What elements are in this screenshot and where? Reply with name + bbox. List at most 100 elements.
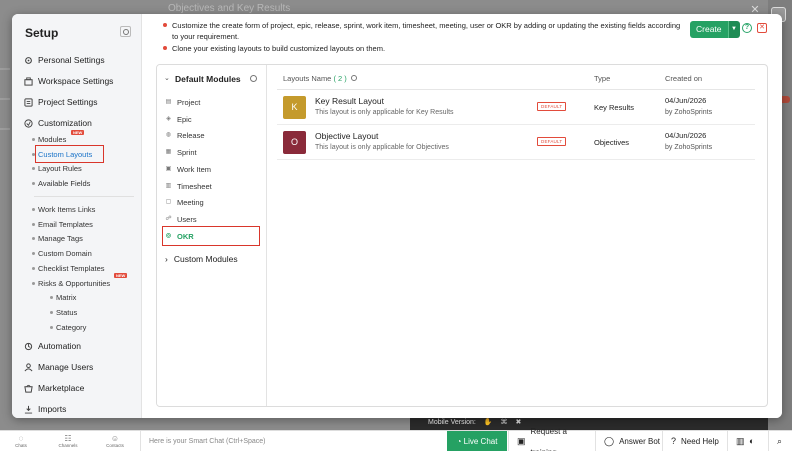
need-help-button[interactable]: ? Need Help	[662, 431, 727, 451]
custom-modules-label: Custom Modules	[173, 254, 238, 264]
column-header-created-on: Created on	[665, 74, 703, 83]
layout-title[interactable]: Key Result Layout	[315, 96, 384, 106]
workspace-icon	[24, 76, 33, 86]
sidebar-subitem-category[interactable]: Category	[49, 323, 87, 332]
search-button[interactable]: ⌕	[768, 431, 790, 451]
contacts-button[interactable]: ☺ Contacts	[98, 434, 132, 448]
layout-created-date: 04/Jun/2026	[665, 131, 707, 140]
module-item-meeting[interactable]: ▢ Meeting	[165, 198, 204, 207]
windows-icon[interactable]: ✖	[515, 416, 521, 430]
sidebar-subitem-label: Category	[56, 323, 87, 332]
sidebar-subitem-label: Available Fields	[38, 179, 91, 188]
background-divider	[0, 128, 10, 130]
column-header-name-label: Layouts Name	[283, 74, 332, 83]
layouts-table: Layouts Name ( 2 ) Type Created on K Key…	[267, 65, 767, 406]
sidebar-subitem-custom-layouts[interactable]: Custom Layouts	[31, 150, 93, 159]
layout-created-by: by ZohoSprints	[665, 109, 713, 116]
chats-button[interactable]: ◌ Chats	[4, 434, 38, 448]
sidebar-item-customization[interactable]: Customization	[24, 118, 92, 128]
default-modules-heading[interactable]: Default Modules	[175, 74, 241, 84]
android-icon[interactable]: ✋	[484, 416, 493, 430]
sidebar-subitem-label: Custom Domain	[38, 249, 92, 258]
module-search-icon[interactable]	[250, 75, 257, 82]
sidebar-subitem-checklist-templates[interactable]: Checklist Templates	[32, 264, 105, 273]
background-divider	[0, 68, 10, 70]
contacts-icon: ☺	[110, 434, 120, 443]
sidebar-item-personal-settings[interactable]: Personal Settings	[24, 55, 105, 65]
module-item-project[interactable]: ▤ Project	[165, 98, 201, 107]
module-item-users[interactable]: ☍ Users	[165, 215, 197, 224]
create-button[interactable]: Create ▼	[690, 21, 740, 38]
apple-icon[interactable]: ⌘	[500, 416, 507, 430]
sidebar-subitem-label: Work Items Links	[38, 205, 96, 214]
module-item-sprint[interactable]: ▦ Sprint	[165, 148, 197, 157]
sidebar-subitem-manage-tags[interactable]: Manage Tags	[32, 234, 83, 243]
sidebar-item-workspace-settings[interactable]: Workspace Settings	[24, 76, 113, 86]
users-icon: ☍	[165, 216, 172, 222]
background-divider	[0, 98, 10, 100]
channels-button[interactable]: ☷ Channels	[51, 434, 85, 448]
answer-bot-button[interactable]: ◯ Answer Bot	[595, 431, 662, 451]
sidebar-subitem-layout-rules[interactable]: Layout Rules	[32, 164, 82, 173]
module-item-epic[interactable]: ◈ Epic	[165, 115, 191, 124]
sidebar-subitem-matrix[interactable]: Matrix	[49, 293, 77, 302]
sidebar-item-manage-users[interactable]: Manage Users	[24, 362, 93, 372]
okr-icon: ◎	[165, 233, 172, 239]
module-item-label: Sprint	[177, 148, 197, 157]
sidebar-subitem-label: Custom Layouts	[38, 150, 93, 159]
building-icon-button[interactable]: ▥	[727, 431, 749, 451]
chevron-right-icon: ›	[165, 254, 168, 264]
customization-icon	[24, 118, 33, 128]
info-line: Customize the create form of project, ep…	[162, 20, 682, 42]
custom-modules-heading[interactable]: › Custom Modules	[165, 254, 238, 264]
sidebar-item-marketplace[interactable]: Marketplace	[24, 383, 84, 393]
module-item-label: Work Item	[177, 165, 212, 174]
sidebar-subitem-email-templates[interactable]: Email Templates	[32, 220, 93, 229]
module-item-label: OKR	[177, 232, 194, 241]
smart-chat-input[interactable]: Here is your Smart Chat (Ctrl+Space)	[140, 431, 446, 451]
table-row[interactable]: O Objective Layout This layout is only a…	[277, 125, 755, 160]
search-icon: ⌕	[777, 436, 783, 446]
module-item-label: Timesheet	[177, 182, 212, 191]
sidebar-item-automation[interactable]: Automation	[24, 341, 81, 351]
chevron-down-icon[interactable]: ⌄	[164, 74, 170, 82]
module-item-timesheet[interactable]: ▥ Timesheet	[165, 182, 212, 191]
live-chat-button[interactable]: ◔ Live Chat	[447, 431, 507, 451]
create-button-label[interactable]: Create	[690, 21, 728, 38]
marketplace-icon	[24, 384, 33, 393]
request-training-button[interactable]: ▣ Request a training	[508, 427, 594, 451]
sidebar-subitem-status[interactable]: Status	[49, 308, 78, 317]
project-icon: ▤	[165, 99, 172, 105]
sidebar-subitem-work-items-links[interactable]: Work Items Links	[31, 205, 96, 214]
module-item-okr[interactable]: ◎ OKR	[165, 232, 194, 241]
module-item-work-item[interactable]: ▣ Work Item	[165, 165, 211, 174]
chevron-down-icon[interactable]: ▼	[727, 21, 740, 38]
project-icon	[24, 97, 33, 107]
info-line: Clone your existing layouts to build cus…	[162, 43, 682, 54]
table-row[interactable]: K Key Result Layout This layout is only …	[277, 90, 755, 125]
need-help-label: Need Help	[681, 437, 719, 446]
search-icon[interactable]	[350, 75, 357, 81]
sidebar-subitem-available-fields[interactable]: Available Fields	[31, 179, 91, 188]
default-badge: DEFAULT	[537, 102, 567, 111]
bottom-bar: ◌ Chats ☷ Channels ☺ Contacts Here is your …	[0, 427, 792, 451]
module-item-label: Users	[177, 215, 197, 224]
sidebar-search-icon[interactable]	[120, 26, 131, 37]
help-icon[interactable]: ?	[742, 23, 752, 33]
layout-title[interactable]: Objective Layout	[315, 131, 378, 141]
sidebar-divider	[34, 196, 134, 197]
sidebar-item-project-settings[interactable]: Project Settings	[24, 97, 98, 107]
module-item-release[interactable]: ◍ Release	[165, 131, 205, 140]
close-icon[interactable]: ✕	[757, 23, 767, 33]
new-badge: NEW	[71, 130, 85, 135]
sidebar-subitem-label: Status	[56, 308, 78, 317]
sidebar-item-imports[interactable]: Imports	[24, 404, 66, 414]
sidebar-subitem-custom-domain[interactable]: Custom Domain	[32, 249, 92, 258]
sidebar-subitem-risks-opportunities[interactable]: Risks & Opportunities	[31, 279, 110, 288]
building-icon: ▥	[736, 436, 745, 446]
bottom-icon-label: Channels	[58, 443, 78, 448]
sidebar-item-label: Project Settings	[38, 97, 98, 107]
sidebar-subitem-modules[interactable]: Modules	[31, 135, 66, 144]
sidebar-subitem-label: Matrix	[56, 293, 77, 302]
notification-icon-button[interactable]: ◐	[749, 431, 761, 451]
